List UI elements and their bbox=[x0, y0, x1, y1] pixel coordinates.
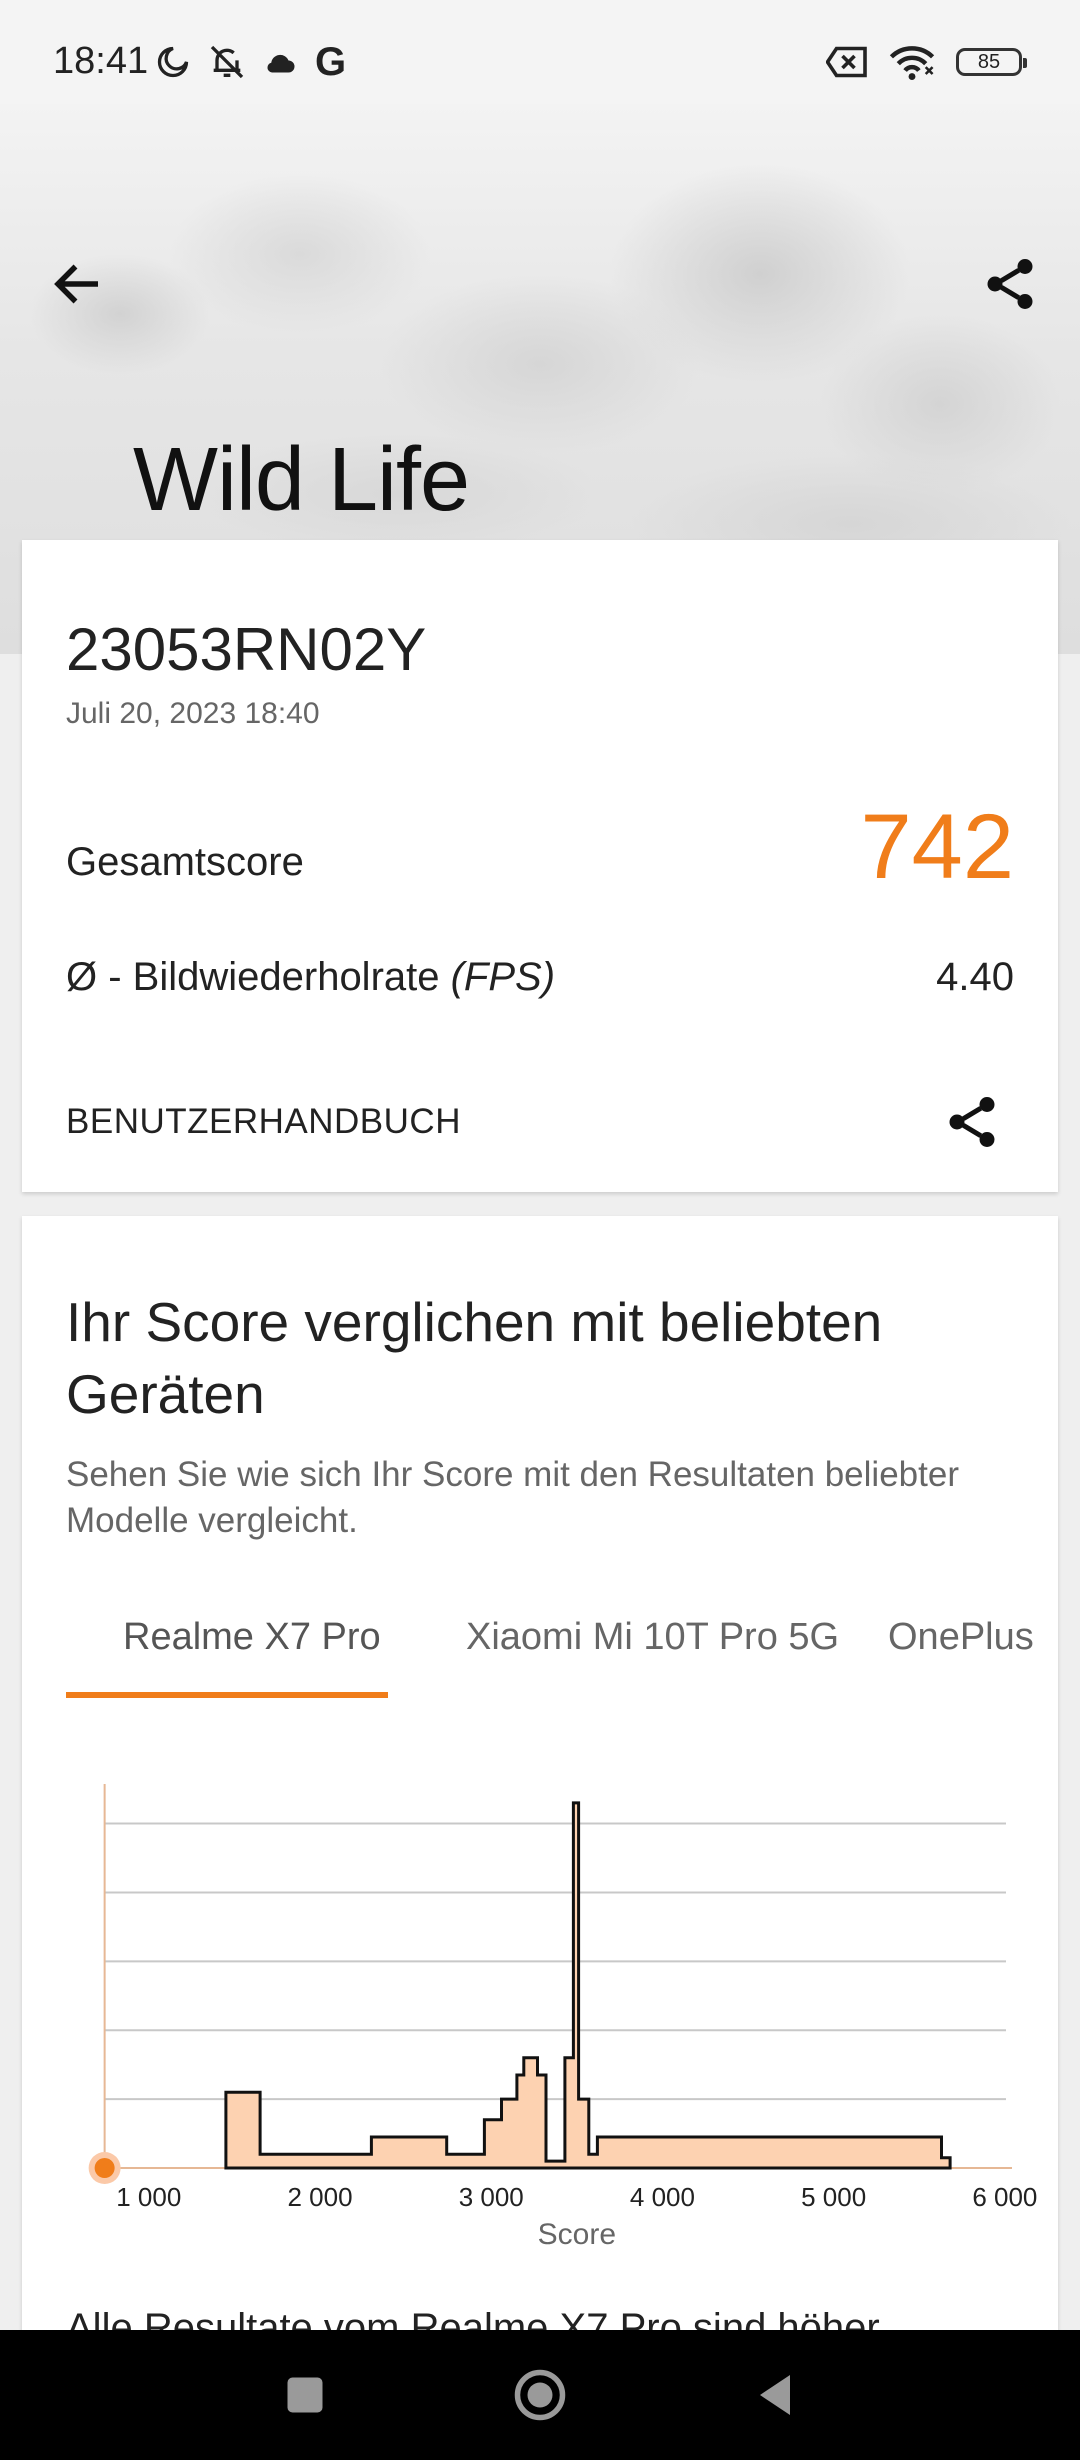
moon-icon bbox=[157, 46, 189, 78]
x-tick-label: 2 000 bbox=[287, 2182, 352, 2212]
share-icon[interactable] bbox=[942, 1092, 1002, 1152]
active-tab-indicator bbox=[66, 1692, 388, 1698]
fps-label-text: Ø - Bildwiederholrate bbox=[66, 955, 451, 999]
x-tick-label: 1 000 bbox=[116, 2182, 181, 2212]
x-tick-label: 4 000 bbox=[630, 2182, 695, 2212]
battery-icon: 85 bbox=[956, 48, 1027, 76]
tab-oneplus[interactable]: OnePlus bbox=[888, 1616, 1034, 1689]
x-axis-label: Score bbox=[538, 2218, 616, 2251]
arrow-left-icon[interactable] bbox=[48, 254, 108, 314]
recents-button[interactable] bbox=[275, 2365, 335, 2425]
score-value: 742 bbox=[860, 796, 1015, 898]
fps-label: Ø - Bildwiederholrate (FPS) bbox=[66, 955, 555, 1000]
tab-realme-x7-pro[interactable]: Realme X7 Pro bbox=[123, 1616, 381, 1689]
comparison-subtitle: Sehen Sie wie sich Ihr Score mit den Res… bbox=[66, 1455, 959, 1540]
score-label: Gesamtscore bbox=[66, 840, 304, 884]
battery-level: 85 bbox=[977, 50, 1001, 73]
x-tick-label: 6 000 bbox=[972, 2182, 1037, 2212]
status-bar: 18:41 G 85 bbox=[0, 0, 1080, 104]
wifi-icon bbox=[889, 46, 935, 80]
x-tick-label: 3 000 bbox=[459, 2182, 524, 2212]
user-manual-link[interactable]: BENUTZERHANDBUCH bbox=[66, 1102, 461, 1142]
device-name: 23053RN02Y bbox=[66, 616, 427, 683]
navigation-bar bbox=[0, 2330, 1080, 2460]
share-icon[interactable] bbox=[980, 254, 1040, 314]
distribution-area bbox=[224, 1801, 952, 2170]
score-distribution-chart: 1 000 2 000 3 000 4 000 5 000 6 000 Score bbox=[88, 1784, 1037, 2251]
comparison-card: Ihr Score verglichen mit beliebten Gerät… bbox=[22, 1216, 1058, 2350]
result-date: Juli 20, 2023 18:40 bbox=[66, 697, 320, 730]
fps-value: 4.40 bbox=[936, 955, 1014, 999]
comparison-title: Ihr Score verglichen mit beliebten Gerät… bbox=[66, 1291, 883, 1425]
status-icons-right: 85 bbox=[826, 42, 1027, 82]
back-button[interactable] bbox=[745, 2365, 805, 2425]
your-score-marker bbox=[94, 2158, 115, 2178]
google-icon: G bbox=[315, 40, 347, 84]
x-tick-label: 5 000 bbox=[801, 2182, 866, 2212]
fps-unit: (FPS) bbox=[450, 955, 556, 999]
status-icons-left: G bbox=[155, 42, 346, 82]
status-time: 18:41 bbox=[53, 40, 149, 82]
cloud-icon bbox=[267, 54, 295, 73]
result-card: 23053RN02Y Juli 20, 2023 18:40 Gesamtsco… bbox=[22, 540, 1058, 1192]
page-title: Wild Life bbox=[133, 430, 470, 530]
tab-xiaomi-mi-10t-pro[interactable]: Xiaomi Mi 10T Pro 5G bbox=[466, 1616, 839, 1689]
device-tabs: Realme X7 Pro Xiaomi Mi 10T Pro 5G OnePl… bbox=[66, 1616, 1058, 1696]
bell-off-icon bbox=[210, 45, 244, 79]
home-button[interactable] bbox=[510, 2365, 570, 2425]
no-sim-icon bbox=[826, 46, 867, 78]
